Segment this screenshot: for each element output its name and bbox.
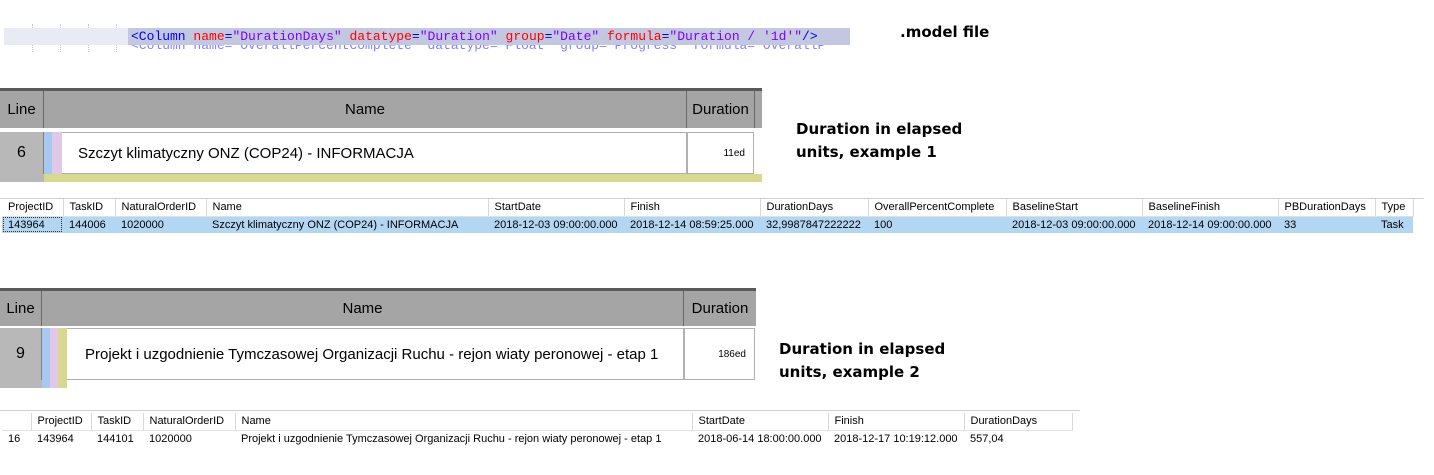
- col-projectid[interactable]: ProjectID: [2, 199, 64, 217]
- col-durationdays[interactable]: DurationDays: [760, 199, 869, 217]
- table-row[interactable]: 143964 144006 1020000 Szczyt klimatyczny…: [2, 216, 1413, 233]
- cell[interactable]: 1020000: [115, 216, 206, 233]
- cell[interactable]: Szczyt klimatyczny ONZ (COP24) - INFORMA…: [206, 216, 488, 233]
- col-name[interactable]: Name: [206, 199, 489, 217]
- indicator-stripe-blue: [44, 132, 52, 174]
- cell[interactable]: 2018-12-14 09:00:00.000: [1142, 216, 1278, 233]
- xml-attr-value: "Duration / '1d'": [669, 29, 803, 44]
- indicator-stripe-yellow: [58, 328, 67, 388]
- cell[interactable]: 2018-12-17 10:19:12.000: [828, 430, 964, 447]
- cell[interactable]: 2018-06-14 18:00:00.000: [692, 430, 828, 447]
- col-taskid[interactable]: TaskID: [91, 413, 144, 431]
- xml-column-line: <Column name="DurationDays" datatype="Du…: [131, 29, 818, 44]
- column-header-overflow: [755, 91, 762, 128]
- example1-caption-line2: units, example 1: [796, 143, 937, 161]
- cell[interactable]: Task: [1375, 216, 1413, 233]
- col-startdate[interactable]: StartDate: [488, 199, 625, 217]
- row-line-number[interactable]: 9: [0, 328, 42, 380]
- cell[interactable]: 2018-12-03 09:00:00.000: [1006, 216, 1142, 233]
- xml-attr-name: name: [193, 29, 225, 44]
- cell[interactable]: 143964: [2, 216, 63, 233]
- col-baselinestart[interactable]: BaselineStart: [1006, 199, 1143, 217]
- task-duration-cell[interactable]: 186ed: [684, 328, 755, 380]
- xml-attr-name: datatype: [349, 29, 412, 44]
- next-row-highlight: [44, 174, 762, 182]
- col-finish[interactable]: Finish: [624, 199, 761, 217]
- col-startdate[interactable]: StartDate: [692, 413, 829, 431]
- table-row[interactable]: 16 143964 144101 1020000 Projekt i uzgod…: [2, 430, 1072, 447]
- col-baselinefinish[interactable]: BaselineFinish: [1142, 199, 1279, 217]
- next-row-line: [0, 174, 44, 182]
- column-header-line[interactable]: Line: [0, 291, 42, 326]
- col-finish[interactable]: Finish: [828, 413, 965, 431]
- col-naturalorderid[interactable]: NaturalOrderID: [143, 413, 236, 431]
- xml-tag-close: />: [802, 29, 818, 44]
- cell[interactable]: 143964: [31, 430, 91, 447]
- results-table-1: ProjectID TaskID NaturalOrderID Name Sta…: [2, 199, 1414, 233]
- indicator-stripe-pink: [50, 328, 58, 388]
- example1-caption: Duration in elapsed units, example 1: [796, 118, 962, 164]
- col-type[interactable]: Type: [1375, 199, 1414, 217]
- results-table-2: ProjectID TaskID NaturalOrderID Name Sta…: [2, 413, 1073, 447]
- col-durationdays[interactable]: DurationDays: [964, 413, 1073, 431]
- column-header-name[interactable]: Name: [44, 91, 687, 128]
- column-header-duration[interactable]: Duration: [684, 291, 756, 326]
- example1-caption-line1: Duration in elapsed: [796, 120, 963, 138]
- task-name-cell[interactable]: Szczyt klimatyczny ONZ (COP24) - INFORMA…: [62, 132, 687, 174]
- cell[interactable]: Projekt i uzgodnienie Tymczasowej Organi…: [235, 430, 692, 447]
- cell[interactable]: 144101: [91, 430, 143, 447]
- column-header-name[interactable]: Name: [42, 291, 684, 326]
- col-name[interactable]: Name: [235, 413, 693, 431]
- cell[interactable]: 557,04: [964, 430, 1072, 447]
- indicator-stripe-pink: [52, 132, 62, 174]
- cell[interactable]: 16: [2, 430, 31, 447]
- cell[interactable]: 2018-12-14 08:59:25.000: [624, 216, 760, 233]
- task-duration-cell[interactable]: 11ed: [687, 132, 754, 174]
- col-projectid[interactable]: ProjectID: [31, 413, 92, 431]
- table-divider: [0, 410, 1080, 411]
- cell[interactable]: 100: [868, 216, 1006, 233]
- column-header-line[interactable]: Line: [0, 91, 44, 128]
- xml-attr-name: formula: [607, 29, 662, 44]
- xml-tag-open: <Column: [131, 29, 186, 44]
- row-line-number[interactable]: 6: [0, 132, 44, 174]
- col-naturalorderid[interactable]: NaturalOrderID: [115, 199, 207, 217]
- example2-caption-line1: Duration in elapsed: [779, 340, 946, 358]
- indicator-stripe-blue: [42, 328, 50, 388]
- cell[interactable]: 144006: [63, 216, 115, 233]
- col-pbdurationdays[interactable]: PBDurationDays: [1278, 199, 1376, 217]
- xml-attr-value: "Date": [552, 29, 600, 44]
- xml-attr-value: "Duration": [419, 29, 498, 44]
- project-grid-2: Line Name Duration 9 Projekt i uzgodnien…: [0, 288, 756, 388]
- cell[interactable]: 1020000: [143, 430, 235, 447]
- model-file-caption: .model file: [900, 23, 990, 41]
- xml-attr-value: "DurationDays": [232, 29, 342, 44]
- xml-next-line-partial: <Column name="OverallPercentComplete" da…: [131, 45, 826, 53]
- cell[interactable]: 33: [1278, 216, 1375, 233]
- cell[interactable]: 2018-12-03 09:00:00.000: [488, 216, 624, 233]
- cell[interactable]: 32,9987847222222: [760, 216, 868, 233]
- xml-attr-name: group: [505, 29, 545, 44]
- col-taskid[interactable]: TaskID: [63, 199, 116, 217]
- column-header-duration[interactable]: Duration: [687, 91, 755, 128]
- next-row-line: [0, 380, 42, 388]
- project-grid-1: Line Name Duration 6 Szczyt klimatyczny …: [0, 88, 762, 182]
- task-name-cell[interactable]: Projekt i uzgodnienie Tymczasowej Organi…: [67, 328, 684, 380]
- col-overallpercentcomplete[interactable]: OverallPercentComplete: [868, 199, 1007, 217]
- col-rownum[interactable]: [2, 413, 32, 431]
- example2-caption: Duration in elapsed units, example 2: [779, 338, 945, 384]
- example2-caption-line2: units, example 2: [779, 363, 920, 381]
